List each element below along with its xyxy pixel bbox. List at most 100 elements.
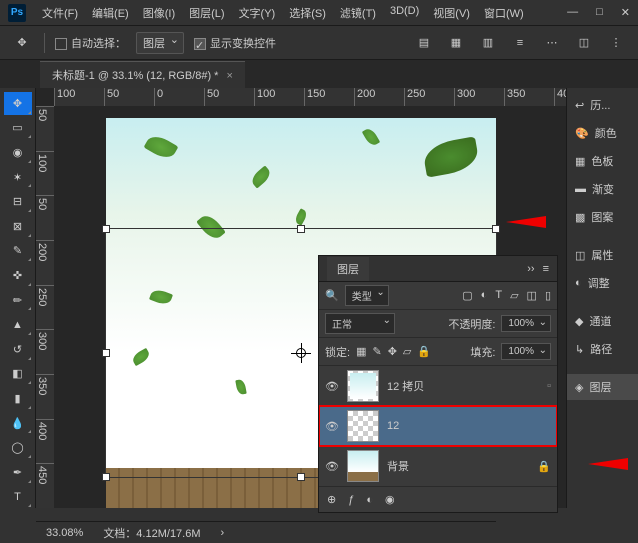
gradient-tool[interactable]: ▮ xyxy=(4,387,32,410)
layer-thumb[interactable] xyxy=(347,410,379,442)
filter-shape-icon[interactable]: ▱ xyxy=(510,289,518,302)
distribute-icon[interactable]: ≡ xyxy=(508,31,532,55)
filter-type-icon[interactable]: T xyxy=(495,289,502,302)
ruler-vertical: 5010050200250300350400450 xyxy=(36,106,54,508)
blend-mode-select[interactable]: 正常 xyxy=(325,313,395,334)
menu-filter[interactable]: 滤镜(T) xyxy=(334,2,382,24)
document-tab-bar: 未标题-1 @ 33.1% (12, RGB/8#) *× xyxy=(0,60,638,88)
layer-thumb[interactable] xyxy=(347,370,379,402)
frame-tool[interactable]: ⊠ xyxy=(4,215,32,238)
layer-name[interactable]: 12 xyxy=(387,420,399,432)
collapse-icon[interactable]: ›› xyxy=(527,263,534,275)
maximize-button[interactable]: □ xyxy=(596,6,603,19)
type-tool[interactable]: T xyxy=(4,486,32,509)
brush-tool[interactable]: ✏ xyxy=(4,289,32,312)
filter-pixel-icon[interactable]: ▢ xyxy=(462,289,472,302)
3d-mode-icon[interactable]: ◫ xyxy=(572,31,596,55)
dock-paths[interactable]: ↳路径 xyxy=(567,336,638,362)
menu-edit[interactable]: 编辑(E) xyxy=(86,2,135,24)
overflow-icon[interactable]: ⋮ xyxy=(604,31,628,55)
leaf-graphic xyxy=(149,287,173,306)
leaf-graphic xyxy=(293,208,308,225)
handle-w[interactable] xyxy=(102,349,110,357)
history-brush-tool[interactable]: ↺ xyxy=(4,338,32,361)
menu-image[interactable]: 图像(I) xyxy=(137,2,181,24)
layer-thumb[interactable] xyxy=(347,450,379,482)
show-transform-checkbox[interactable]: ✓ xyxy=(194,38,206,50)
marquee-tool[interactable]: ▭ xyxy=(4,117,32,140)
crop-tool[interactable]: ⊟ xyxy=(4,190,32,213)
visibility-icon[interactable]: 👁 xyxy=(325,380,339,393)
menu-file[interactable]: 文件(F) xyxy=(36,2,84,24)
filter-toggle-icon[interactable]: ▯ xyxy=(545,289,551,302)
dock-properties[interactable]: ◫属性 xyxy=(567,242,638,268)
layer-item[interactable]: 👁 12 拷贝 ▫ xyxy=(319,366,557,406)
visibility-icon[interactable]: 👁 xyxy=(325,420,339,433)
lasso-tool[interactable]: ◉ xyxy=(4,141,32,164)
layers-tab[interactable]: 图层 xyxy=(327,257,369,281)
document-tab[interactable]: 未标题-1 @ 33.1% (12, RGB/8#) *× xyxy=(40,61,245,88)
lock-position-icon[interactable]: ✎ xyxy=(372,345,381,358)
pen-tool[interactable]: ✒ xyxy=(4,461,32,484)
doc-size[interactable]: 文档：4.12M/17.6M xyxy=(103,525,200,541)
move-tool[interactable]: ✥ xyxy=(4,92,32,115)
align-right-icon[interactable]: ▥ xyxy=(476,31,500,55)
layer-item-selected[interactable]: 👁 12 xyxy=(319,406,557,446)
auto-select-checkbox[interactable] xyxy=(55,38,67,50)
filter-smart-icon[interactable]: ◫ xyxy=(527,289,537,302)
align-left-icon[interactable]: ▤ xyxy=(412,31,436,55)
palette-icon: 🎨 xyxy=(575,127,589,140)
filter-adjust-icon[interactable]: ◐ xyxy=(481,289,488,302)
close-button[interactable]: ✕ xyxy=(621,6,630,19)
layer-name[interactable]: 背景 xyxy=(387,458,409,474)
close-tab-icon[interactable]: × xyxy=(226,70,232,82)
dock-adjust[interactable]: ◐调整 xyxy=(567,270,638,296)
search-icon[interactable]: 🔍 xyxy=(325,289,339,302)
status-chevron-icon[interactable]: › xyxy=(221,527,225,539)
layer-name[interactable]: 12 拷贝 xyxy=(387,378,424,394)
handle-nw[interactable] xyxy=(102,225,110,233)
menu-view[interactable]: 视图(V) xyxy=(427,2,476,24)
menu-type[interactable]: 文字(Y) xyxy=(233,2,282,24)
heal-tool[interactable]: ✜ xyxy=(4,264,32,287)
dock-color[interactable]: 🎨颜色 xyxy=(567,120,638,146)
handle-n[interactable] xyxy=(297,225,305,233)
lock-artboard-icon[interactable]: ▱ xyxy=(403,345,411,358)
stamp-tool[interactable]: ▲ xyxy=(4,313,32,336)
menu-layer[interactable]: 图层(L) xyxy=(183,2,230,24)
minimize-button[interactable]: — xyxy=(567,6,578,19)
eyedropper-tool[interactable]: ✎ xyxy=(4,240,32,263)
blur-tool[interactable]: 💧 xyxy=(4,412,32,435)
dock-pattern[interactable]: ▩图案 xyxy=(567,204,638,230)
dock-gradient[interactable]: ▬渐变 xyxy=(567,176,638,202)
adjustment-icon[interactable]: ◉ xyxy=(385,493,395,506)
filter-type-select[interactable]: 类型 xyxy=(345,285,389,306)
align-center-icon[interactable]: ▦ xyxy=(444,31,468,55)
lock-move-icon[interactable]: ✥ xyxy=(388,345,397,358)
dock-swatches[interactable]: ▦色板 xyxy=(567,148,638,174)
lock-pixels-icon[interactable]: ▦ xyxy=(356,345,366,358)
panel-menu-icon[interactable]: ≡ xyxy=(543,263,549,275)
target-select[interactable]: 图层 xyxy=(136,32,184,54)
lock-all-icon[interactable]: 🔒 xyxy=(417,345,431,358)
mask-icon[interactable]: ◐ xyxy=(366,494,373,506)
dock-channels[interactable]: ◆通道 xyxy=(567,308,638,334)
menu-window[interactable]: 窗口(W) xyxy=(478,2,530,24)
fx-icon[interactable]: ƒ xyxy=(348,494,354,506)
wand-tool[interactable]: ✶ xyxy=(4,166,32,189)
dock-history[interactable]: ↩历... xyxy=(567,92,638,118)
menu-select[interactable]: 选择(S) xyxy=(283,2,332,24)
layer-item[interactable]: 👁 背景 🔒 xyxy=(319,446,557,486)
opacity-value[interactable]: 100% xyxy=(501,315,551,332)
menu-3d[interactable]: 3D(D) xyxy=(384,2,425,24)
fill-value[interactable]: 100% xyxy=(501,343,551,360)
handle-ne[interactable] xyxy=(492,225,500,233)
dock-layers[interactable]: ◈图层 xyxy=(567,374,638,400)
dodge-tool[interactable]: ◯ xyxy=(4,436,32,459)
link-layers-icon[interactable]: ⊕ xyxy=(327,493,336,506)
visibility-icon[interactable]: 👁 xyxy=(325,460,339,473)
zoom-level[interactable]: 33.08% xyxy=(46,527,83,539)
more-align-icon[interactable]: ⋯ xyxy=(540,31,564,55)
move-tool-icon[interactable]: ✥ xyxy=(10,31,34,55)
eraser-tool[interactable]: ◧ xyxy=(4,363,32,386)
